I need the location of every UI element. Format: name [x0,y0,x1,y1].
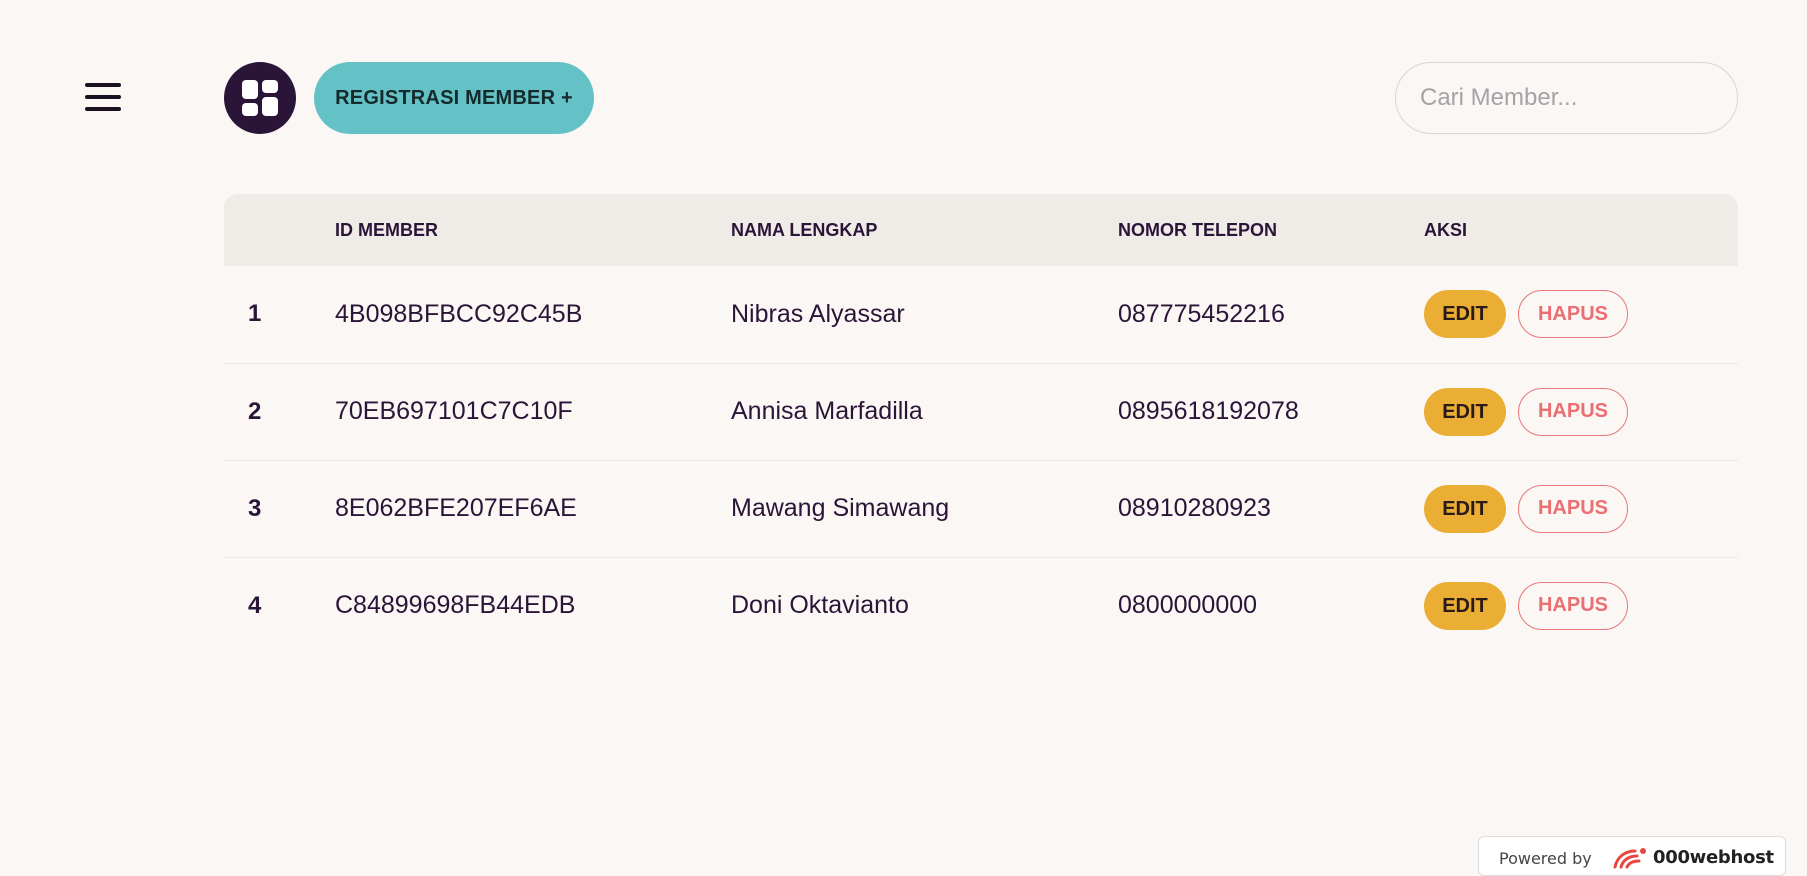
member-id-cell: 70EB697101C7C10F [335,397,573,425]
row-number: 3 [248,494,262,522]
edit-button[interactable]: EDIT [1424,484,1506,533]
table-header-row: ID MEMBER NAMA LENGKAP NOMOR TELEPON AKS… [224,194,1738,266]
edit-button[interactable]: EDIT [1424,581,1506,630]
member-phone-cell: 087775452216 [1118,299,1285,328]
member-id-cell: 4B098BFBCC92C45B [335,299,583,328]
register-member-button[interactable]: REGISTRASI MEMBER + [314,62,594,134]
column-header-aksi: AKSI [1424,219,1468,240]
member-phone-cell: 0800000000 [1118,591,1258,620]
row-number: 4 [248,591,262,619]
member-id-cell: 8E062BFE207EF6AE [335,494,577,522]
member-table: ID MEMBER NAMA LENGKAP NOMOR TELEPON AKS… [224,194,1738,654]
column-header-number [224,194,335,266]
table-row: 4 C84899698FB44EDB Doni Oktavianto 08000… [224,557,1738,654]
member-phone-cell: 08910280923 [1118,494,1271,522]
member-phone-cell: 0895618192078 [1118,397,1299,425]
table-row: 3 8E062BFE207EF6AE Mawang Simawang 08910… [224,460,1738,557]
member-id-cell: C84899698FB44EDB [335,591,576,620]
member-name-cell: Doni Oktavianto [731,591,909,620]
edit-button[interactable]: EDIT [1424,290,1506,339]
powered-by-label: Powered by [1499,849,1592,868]
member-name-cell: Mawang Simawang [731,494,950,522]
search-member-input[interactable] [1395,62,1738,134]
member-name-cell: Annisa Marfadilla [731,397,923,425]
hamburger-menu-icon[interactable] [82,80,126,116]
powered-by-badge[interactable]: Powered by 000webhost [1478,836,1786,876]
row-number: 2 [248,397,262,425]
delete-button[interactable]: HAPUS [1518,484,1628,533]
actions-cell: EDIT HAPUS [1424,557,1738,654]
member-name-cell: Nibras Alyassar [731,299,905,328]
table-row: 2 70EB697101C7C10F Annisa Marfadilla 089… [224,363,1738,460]
column-header-nama-lengkap[interactable]: NAMA LENGKAP [731,194,1118,266]
column-header-nomor-telepon[interactable]: NOMOR TELEPON [1118,194,1424,266]
column-header-id-member[interactable]: ID MEMBER [335,194,731,266]
edit-button[interactable]: EDIT [1424,387,1506,436]
actions-cell: EDIT HAPUS [1424,266,1738,363]
dashboard-grid-icon [242,80,278,116]
actions-cell: EDIT HAPUS [1424,363,1738,460]
row-number: 1 [248,300,262,328]
actions-cell: EDIT HAPUS [1424,460,1738,557]
000webhost-logo-icon [1613,848,1646,869]
delete-button[interactable]: HAPUS [1518,290,1628,339]
delete-button[interactable]: HAPUS [1518,581,1628,630]
delete-button[interactable]: HAPUS [1518,387,1628,436]
table-row: 1 4B098BFBCC92C45B Nibras Alyassar 08777… [224,266,1738,363]
dashboard-button[interactable] [224,62,296,134]
